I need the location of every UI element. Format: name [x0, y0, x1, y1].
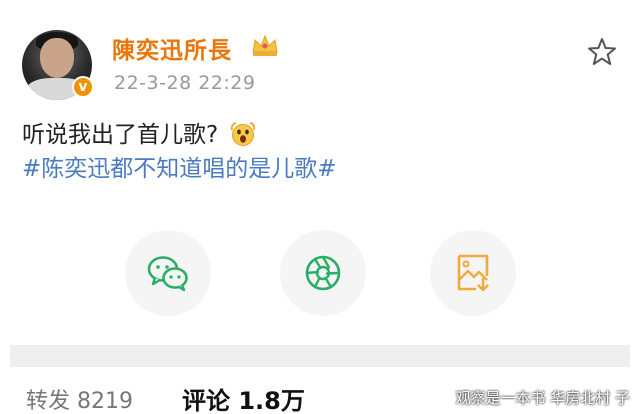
section-divider [10, 345, 630, 367]
save-image-icon [457, 254, 489, 292]
comment-tab[interactable]: 评论 1.8万 [182, 381, 305, 414]
share-wechat-button[interactable] [125, 230, 211, 316]
hashtag-link[interactable]: #陈奕迅都不知道唱的是儿歌# [22, 152, 337, 186]
star-icon[interactable] [586, 36, 618, 68]
scream-emoji-icon [230, 122, 255, 146]
watermark: 观察是一本书 华房北村 子 [455, 389, 630, 407]
verified-badge-icon: v [72, 76, 94, 98]
share-row [0, 230, 640, 320]
moments-icon [305, 255, 341, 291]
post-text: 听说我出了首儿歌? [22, 122, 219, 148]
stats-bar: 转发 8219 评论 1.8万 观察是一本书 华房北村 子 [0, 367, 640, 414]
avatar-face [40, 38, 74, 78]
post-text-line: 听说我出了首儿歌? [22, 118, 337, 152]
post-content: 听说我出了首儿歌? #陈奕迅都不知道唱的是儿歌# [22, 118, 337, 186]
post-timestamp: 22-3-28 22:29 [114, 72, 256, 94]
share-moments-button[interactable] [280, 230, 366, 316]
username[interactable]: 陳奕迅所長 [112, 31, 232, 65]
crown-icon [252, 34, 278, 56]
weibo-post: v 陳奕迅所長 22-3-28 22:29 听说我出了首儿歌? #陈奕迅都不知道… [0, 0, 640, 345]
save-image-button[interactable] [430, 230, 516, 316]
wechat-icon [147, 256, 188, 292]
repost-tab[interactable]: 转发 8219 [26, 383, 133, 414]
